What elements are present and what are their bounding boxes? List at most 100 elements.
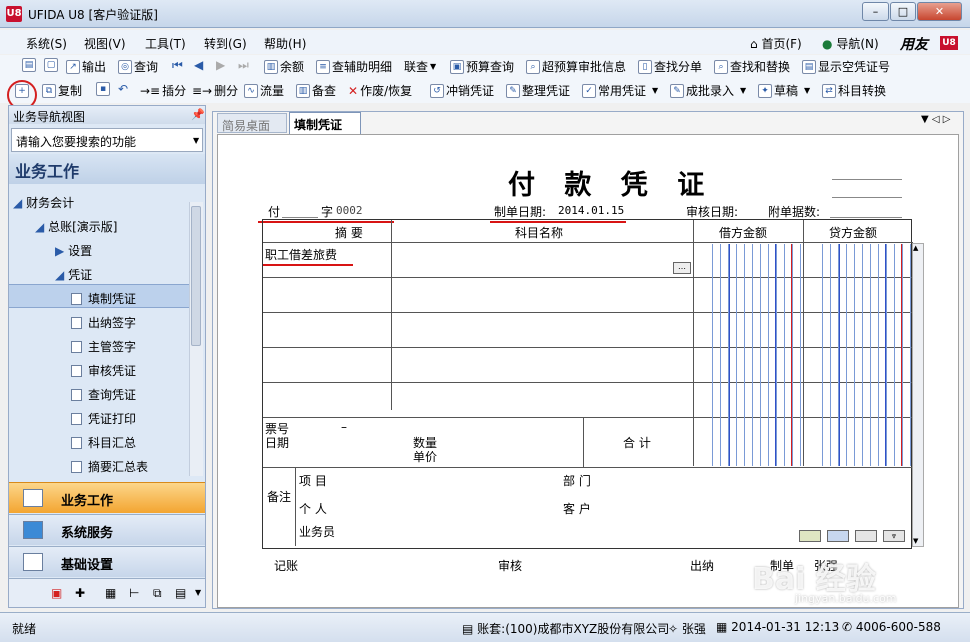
tree-label: 财务会计 xyxy=(26,196,75,210)
tree-node-finance[interactable]: ◢ 财务会计 xyxy=(13,194,74,211)
tab-list-icon[interactable]: ▼ ◁ ▷ xyxy=(921,114,950,125)
batch-entry-label: 成批录入 xyxy=(686,84,735,98)
home-link[interactable]: ⌂ 首页(F) xyxy=(750,35,802,52)
minimize-button[interactable]: – xyxy=(862,2,889,21)
department-label: 部 门 xyxy=(563,474,591,488)
tree-label: 审核凭证 xyxy=(88,364,137,378)
menu-tools[interactable]: 工具(T) xyxy=(145,35,186,52)
copy-button[interactable]: ⧉ 复制 xyxy=(42,82,82,99)
preview-button[interactable]: ▢ xyxy=(44,58,58,72)
maximize-button[interactable]: □ xyxy=(890,2,916,21)
add-icon[interactable]: ✚ xyxy=(75,586,85,600)
batch-entry-dropdown[interactable]: ✎ 成批录入 ▼ xyxy=(670,82,746,99)
tree-label: 填制凭证 xyxy=(88,292,137,306)
organize-voucher-button[interactable]: ✎ 整理凭证 xyxy=(506,82,570,99)
draft-dropdown[interactable]: ✦ 草稿 ▼ xyxy=(758,82,810,99)
nav-scroll-thumb[interactable] xyxy=(191,206,201,346)
balance-button[interactable]: ▥ 余额 xyxy=(264,58,304,75)
tree-item-account-summary[interactable]: 科目汇总 xyxy=(71,434,136,451)
voucher-tool-icon[interactable] xyxy=(827,530,849,542)
row1-summary-cell[interactable]: 职工借差旅费 xyxy=(265,246,337,263)
budget-query-button[interactable]: ▣ 预算查询 xyxy=(450,58,514,75)
menu-goto[interactable]: 转到(G) xyxy=(204,35,247,52)
stop-icon[interactable]: ▣ xyxy=(51,586,62,600)
signature-auditor: 审核 xyxy=(498,559,523,573)
tab-label: 填制凭证 xyxy=(294,118,343,132)
cash-flow-button[interactable]: ∿ 流量 xyxy=(244,82,284,99)
tree-node-voucher[interactable]: ◢ 凭证 xyxy=(55,266,92,283)
linked-query-dropdown[interactable]: 联查 ▼ xyxy=(404,58,436,75)
menu-system[interactable]: 系统(S) xyxy=(26,35,67,52)
tree-item-fill-voucher[interactable]: 填制凭证 xyxy=(9,284,189,308)
function-search-input[interactable]: 请输入您要搜索的功能 xyxy=(11,128,203,152)
tab-fill-voucher[interactable]: 填制凭证✕ xyxy=(289,112,361,147)
find-replace-button[interactable]: ⌕ 查找和替换 xyxy=(714,58,790,75)
show-empty-number-button[interactable]: ▤ 显示空凭证号 xyxy=(802,58,890,75)
voucher-number[interactable]: 0002 xyxy=(336,204,363,217)
type-underline xyxy=(282,217,318,218)
expand-down-icon[interactable]: ⩔ xyxy=(883,530,905,542)
attachment-count-label: 附单据数: xyxy=(768,205,821,219)
over-budget-button[interactable]: ⌕ 超预算审批信息 xyxy=(526,58,626,75)
grid-icon[interactable]: ▦ xyxy=(105,586,116,600)
voucher-date-field[interactable]: 2014.01.15 xyxy=(558,204,624,217)
print-button[interactable]: ▤ xyxy=(22,58,36,72)
tree-label: 查询凭证 xyxy=(88,388,137,402)
more-dropdown-icon[interactable]: ▼ xyxy=(195,588,201,597)
query-button[interactable]: ◎ 查询 xyxy=(118,58,158,75)
tree-node-settings[interactable]: ▶ 设置 xyxy=(55,242,92,259)
reverse-voucher-button[interactable]: ↺ 冲销凭证 xyxy=(430,82,494,99)
save-button[interactable]: ▪ xyxy=(96,82,110,96)
nav-basic-settings[interactable]: 基础设置 xyxy=(9,546,205,577)
delete-row-label: 删分 xyxy=(214,84,239,98)
navigation-link[interactable]: ● 导航(N) xyxy=(822,35,879,52)
export-button[interactable]: ↗ 输出 xyxy=(66,58,106,75)
memo-button[interactable]: ▥ 备查 xyxy=(296,82,336,99)
search-dropdown-icon[interactable]: ▼ xyxy=(193,136,199,145)
project-label: 项 目 xyxy=(299,474,327,488)
tree-item-audit-voucher[interactable]: 审核凭证 xyxy=(71,362,136,379)
last-record-button[interactable]: ⏭ xyxy=(238,58,249,73)
detail-icon: ≡ xyxy=(316,59,330,74)
account-reference-button[interactable]: … xyxy=(673,262,691,274)
menu-view[interactable]: 视图(V) xyxy=(84,35,126,52)
first-record-button[interactable]: ⏮ xyxy=(172,58,183,73)
delete-row-button[interactable]: ≡→ 删分 xyxy=(192,82,238,99)
scroll-down-icon[interactable]: ▼ xyxy=(913,537,918,545)
pin-icon[interactable]: 📌 xyxy=(191,108,205,121)
voucher-type[interactable]: 付 xyxy=(268,203,280,220)
calendar-icon: ▦ xyxy=(716,620,728,634)
insert-row-button[interactable]: →≡ 插分 xyxy=(140,82,186,99)
next-record-button[interactable]: ▶ xyxy=(216,58,225,72)
voucher-tool-icon[interactable] xyxy=(855,530,877,542)
prev-record-button[interactable]: ◀ xyxy=(194,58,203,72)
tree-item-print-voucher[interactable]: 凭证打印 xyxy=(71,410,136,427)
find-split-label: 查找分单 xyxy=(654,60,703,74)
scroll-up-icon[interactable]: ▲ xyxy=(913,244,918,252)
voucher-title: 付 款 凭 证 xyxy=(508,170,715,201)
nav-business-work[interactable]: 业务工作 xyxy=(9,482,205,513)
account-convert-button[interactable]: ⇄ 科目转换 xyxy=(822,82,886,99)
menu-help[interactable]: 帮助(H) xyxy=(264,35,306,52)
settings-icon[interactable]: ▤ xyxy=(175,586,186,600)
undo-button[interactable]: ↶ xyxy=(118,82,128,96)
tree-icon[interactable]: ⊢ xyxy=(129,586,139,600)
tree-item-query-voucher[interactable]: 查询凭证 xyxy=(71,386,136,403)
aux-detail-button[interactable]: ≡ 查辅助明细 xyxy=(316,58,392,75)
find-split-button[interactable]: ▯ 查找分单 xyxy=(638,58,702,75)
save-icon: ▪ xyxy=(96,82,110,96)
memo-icon: ▥ xyxy=(296,83,310,98)
tree-node-general-ledger[interactable]: ◢ 总账[演示版] xyxy=(35,218,117,235)
tree-item-cashier-sign[interactable]: 出纳签字 xyxy=(71,314,136,331)
windows-icon[interactable]: ⧉ xyxy=(153,586,162,601)
nav-system-service[interactable]: 系统服务 xyxy=(9,514,205,545)
tab-simple-desktop[interactable]: 简易桌面 xyxy=(217,113,287,133)
common-voucher-dropdown[interactable]: ✓ 常用凭证 ▼ xyxy=(582,82,658,99)
tree-item-digest-summary[interactable]: 摘要汇总表 xyxy=(71,458,148,475)
voucher-scrollbar[interactable] xyxy=(912,243,924,547)
tree-item-supervisor-sign[interactable]: 主管签字 xyxy=(71,338,136,355)
void-restore-button[interactable]: ✕ 作废/恢复 xyxy=(348,82,412,99)
close-button[interactable]: ✕ xyxy=(917,2,962,21)
voucher-tool-icon[interactable] xyxy=(799,530,821,542)
form-icon xyxy=(71,461,82,473)
